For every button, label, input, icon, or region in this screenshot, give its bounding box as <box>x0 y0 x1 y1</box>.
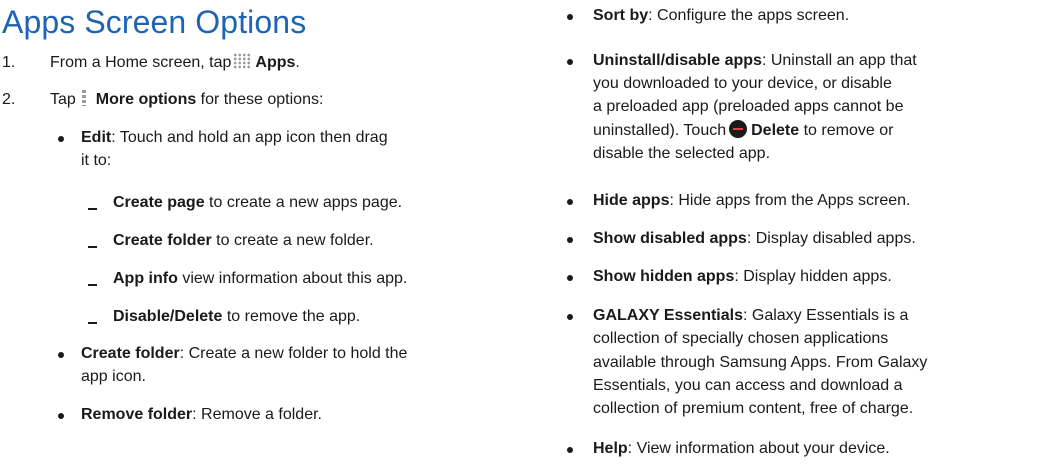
create-folder-item: Create folder: Create a new folder to ho… <box>81 345 408 362</box>
bullet-icon <box>567 14 573 20</box>
dash-icon <box>88 208 97 210</box>
show-hidden-item: Show hidden apps: Display hidden apps. <box>593 268 892 285</box>
bullet-icon <box>567 237 573 243</box>
help-item: Help: View information about your device… <box>593 440 890 457</box>
bullet-icon <box>567 275 573 281</box>
show-disabled-item: Show disabled apps: Display disabled app… <box>593 230 916 247</box>
dash-icon <box>88 284 97 286</box>
galaxy-item-cont: available through Samsung Apps. From Gal… <box>593 354 928 371</box>
create-folder-item-cont: app icon. <box>81 368 146 385</box>
edit-item-cont: it to: <box>81 152 112 169</box>
remove-folder-item: Remove folder: Remove a folder. <box>81 406 322 423</box>
page-title: Apps Screen Options <box>2 4 307 40</box>
bullet-icon <box>567 447 573 453</box>
step-number: 1. <box>2 54 16 71</box>
step-number: 2. <box>2 91 16 108</box>
dash-icon <box>88 322 97 324</box>
uninstall-item-cont: uninstalled). Touch Delete to remove or <box>593 120 894 139</box>
galaxy-item-cont: collection of specially chosen applicati… <box>593 330 889 347</box>
uninstall-item-cont: disable the selected app. <box>593 145 771 162</box>
uninstall-item-cont: you downloaded to your device, or disabl… <box>593 75 892 92</box>
bullet-icon <box>58 136 64 142</box>
hide-apps-item: Hide apps: Hide apps from the Apps scree… <box>593 192 911 209</box>
galaxy-item-cont: Essentials, you can access and download … <box>593 377 903 394</box>
step-1: From a Home screen, tap Apps. <box>50 53 300 71</box>
edit-sub-item: Create folder to create a new folder. <box>113 232 374 249</box>
delete-icon <box>729 120 748 138</box>
dash-icon <box>88 246 97 248</box>
edit-sub-item: Disable/Delete to remove the app. <box>113 308 361 325</box>
sort-by-item: Sort by: Configure the apps screen. <box>593 7 850 24</box>
bullet-icon <box>58 352 64 358</box>
bullet-icon <box>58 413 64 419</box>
bullet-icon <box>567 199 573 205</box>
bullet-icon <box>567 314 573 320</box>
more-options-icon <box>81 90 86 106</box>
edit-sub-item: App info view information about this app… <box>113 270 408 287</box>
galaxy-item: GALAXY Essentials: Galaxy Essentials is … <box>593 307 909 324</box>
bullet-icon <box>567 59 573 65</box>
edit-sub-item: Create page to create a new apps page. <box>113 194 403 211</box>
step-2: Tap More options for these options: <box>50 90 324 108</box>
edit-item: Edit: Touch and hold an app icon then dr… <box>81 129 388 146</box>
galaxy-item-cont: collection of premium content, free of c… <box>593 400 914 417</box>
uninstall-item-cont: a preloaded app (preloaded apps cannot b… <box>593 98 904 115</box>
uninstall-item: Uninstall/disable apps: Uninstall an app… <box>593 52 917 69</box>
apps-grid-icon <box>233 53 252 69</box>
